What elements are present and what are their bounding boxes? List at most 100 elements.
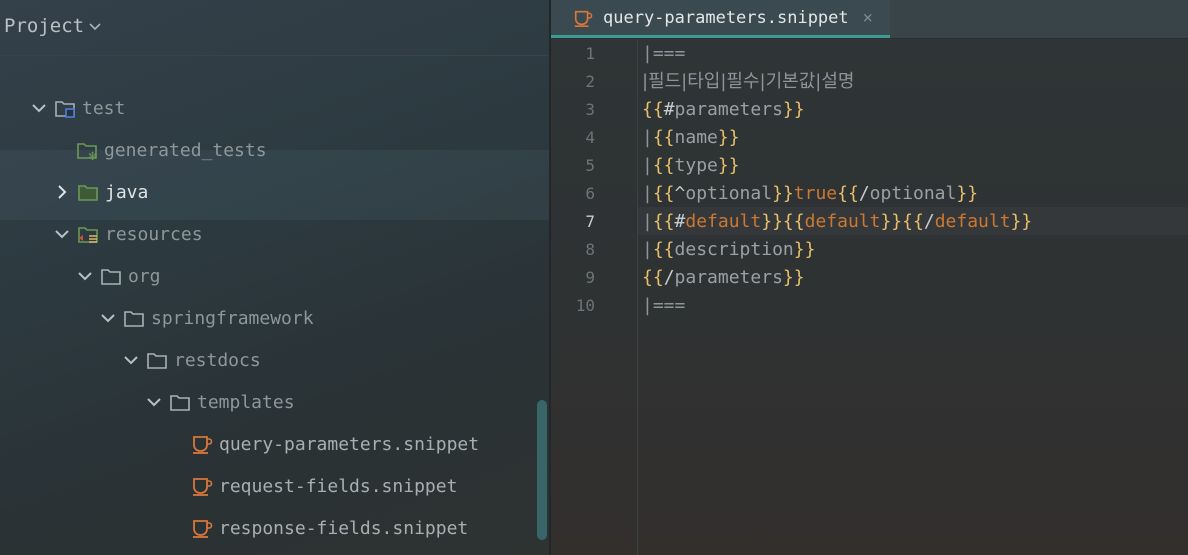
- code-line[interactable]: {{#parameters}}: [642, 96, 805, 124]
- tree-item-label: request-fields.snippet: [219, 475, 458, 497]
- code-token: #: [674, 211, 686, 232]
- code-token: default: [804, 211, 881, 232]
- tree-item-springframework[interactable]: springframework: [99, 298, 314, 338]
- generated-folder-icon: ✻: [77, 143, 97, 161]
- editor-tab-bar: query-parameters.snippet ×: [551, 0, 1188, 39]
- line-number: 3: [585, 100, 595, 119]
- line-number-current: 7: [585, 212, 595, 231]
- code-token: {{: [642, 267, 664, 288]
- tree-item-request-fields-snippet[interactable]: request-fields.snippet: [191, 466, 457, 506]
- code-token: parameters: [674, 99, 783, 120]
- code-line[interactable]: |필드|타입|필수|기본값|설명: [642, 68, 854, 96]
- code-token: {{: [652, 155, 675, 176]
- code-token: {{: [652, 239, 675, 260]
- tab-query-parameters-snippet[interactable]: query-parameters.snippet ×: [551, 0, 890, 38]
- editor-area: query-parameters.snippet × 1 2 3 4 5 6 7…: [551, 0, 1188, 555]
- chevron-down-icon[interactable]: [53, 225, 71, 243]
- tree-item-query-parameters-snippet[interactable]: query-parameters.snippet: [191, 424, 479, 464]
- chevron-right-icon[interactable]: [53, 183, 71, 201]
- folder-icon: [124, 311, 144, 327]
- resources-folder-icon: [78, 227, 98, 243]
- code-line[interactable]: |===: [642, 40, 685, 68]
- tree-item-label: generated_tests: [104, 139, 267, 161]
- code-token: {{: [902, 211, 924, 232]
- code-token: }}: [782, 99, 805, 120]
- project-view-title[interactable]: Project: [4, 15, 84, 37]
- code-token: }}: [772, 183, 794, 204]
- tree-item-org[interactable]: org: [76, 256, 161, 296]
- tree-item-resources[interactable]: resources: [53, 214, 203, 254]
- code-token: /: [923, 211, 935, 232]
- code-token: {{: [652, 127, 675, 148]
- folder-icon: [101, 269, 121, 285]
- project-header: Project: [0, 0, 550, 56]
- project-tool-window: Project test ✻ generated_tests java reso…: [0, 0, 550, 555]
- folder-icon: [147, 353, 167, 369]
- code-token: {{: [837, 183, 859, 204]
- code-line[interactable]: |{{name}}: [642, 124, 740, 152]
- line-number: 8: [585, 240, 595, 259]
- code-token: }}: [793, 239, 816, 260]
- line-number: 1: [585, 44, 595, 63]
- vertical-scrollbar[interactable]: [537, 400, 547, 540]
- line-number: 5: [585, 156, 595, 175]
- code-line[interactable]: {{/parameters}}: [642, 264, 805, 292]
- chevron-down-icon[interactable]: [86, 15, 104, 39]
- code-token: {{: [652, 183, 675, 204]
- code-token: /: [663, 267, 675, 288]
- chevron-down-icon[interactable]: [30, 99, 48, 117]
- code-token: |: [642, 155, 653, 176]
- code-line[interactable]: |{{^optional}}true{{/optional}}: [642, 180, 978, 208]
- tree-item-restdocs[interactable]: restdocs: [122, 340, 261, 380]
- tree-item-response-fields-snippet[interactable]: response-fields.snippet: [191, 508, 468, 548]
- tree-item-templates[interactable]: templates: [145, 382, 295, 422]
- tree-item-label: restdocs: [174, 349, 261, 371]
- test-folder-icon: [55, 101, 75, 118]
- code-token: parameters: [674, 267, 783, 288]
- code-token: true: [793, 183, 838, 204]
- code-token: default: [934, 211, 1011, 232]
- code-line[interactable]: |{{type}}: [642, 152, 740, 180]
- tree-item-generated-tests[interactable]: ✻ generated_tests: [76, 130, 267, 170]
- svg-text:✻: ✻: [88, 150, 97, 161]
- code-token: }}: [717, 127, 740, 148]
- code-token: {{: [652, 211, 675, 232]
- chevron-down-icon[interactable]: [99, 309, 117, 327]
- code-token: |필드|타입|필수|기본값|설명: [642, 71, 855, 92]
- tree-item-label: response-fields.snippet: [219, 517, 469, 539]
- chevron-down-icon[interactable]: [145, 393, 163, 411]
- tree-item-label: templates: [197, 391, 295, 413]
- line-number: 2: [585, 72, 595, 91]
- code-token: optional: [685, 183, 773, 204]
- chevron-down-icon[interactable]: [76, 267, 94, 285]
- code-token: }}: [782, 267, 805, 288]
- close-icon[interactable]: ×: [863, 8, 873, 28]
- code-token: }}: [956, 183, 979, 204]
- tab-label: query-parameters.snippet: [603, 7, 849, 28]
- code-token: {{: [782, 211, 805, 232]
- snippet-file-icon: [193, 436, 213, 454]
- code-token: {{: [642, 99, 664, 120]
- line-number: 9: [585, 268, 595, 287]
- code-line[interactable]: |===: [642, 292, 685, 320]
- tree-item-label: springframework: [151, 307, 314, 329]
- code-token: |: [642, 183, 653, 204]
- tree-item-label: query-parameters.snippet: [219, 433, 480, 455]
- tree-item-label: org: [128, 265, 161, 287]
- code-token: optional: [869, 183, 957, 204]
- tree-item-java[interactable]: java: [53, 172, 148, 212]
- code-token: }}: [1010, 211, 1033, 232]
- line-number-gutter[interactable]: 1 2 3 4 5 6 7 8 9 10: [551, 40, 638, 555]
- code-line[interactable]: |{{#default}}{{default}}{{/default}}: [642, 208, 1032, 236]
- line-number: 10: [575, 296, 595, 315]
- code-token: }}: [717, 155, 740, 176]
- chevron-down-icon[interactable]: [122, 351, 140, 369]
- code-token: ^: [674, 183, 686, 204]
- code-token: |: [642, 211, 653, 232]
- tree-item-label: java: [105, 181, 149, 203]
- tree-item-test[interactable]: test: [30, 88, 125, 128]
- tree-item-label: resources: [105, 223, 203, 245]
- code-token: /: [858, 183, 870, 204]
- code-token: type: [674, 155, 718, 176]
- code-line[interactable]: |{{description}}: [642, 236, 815, 264]
